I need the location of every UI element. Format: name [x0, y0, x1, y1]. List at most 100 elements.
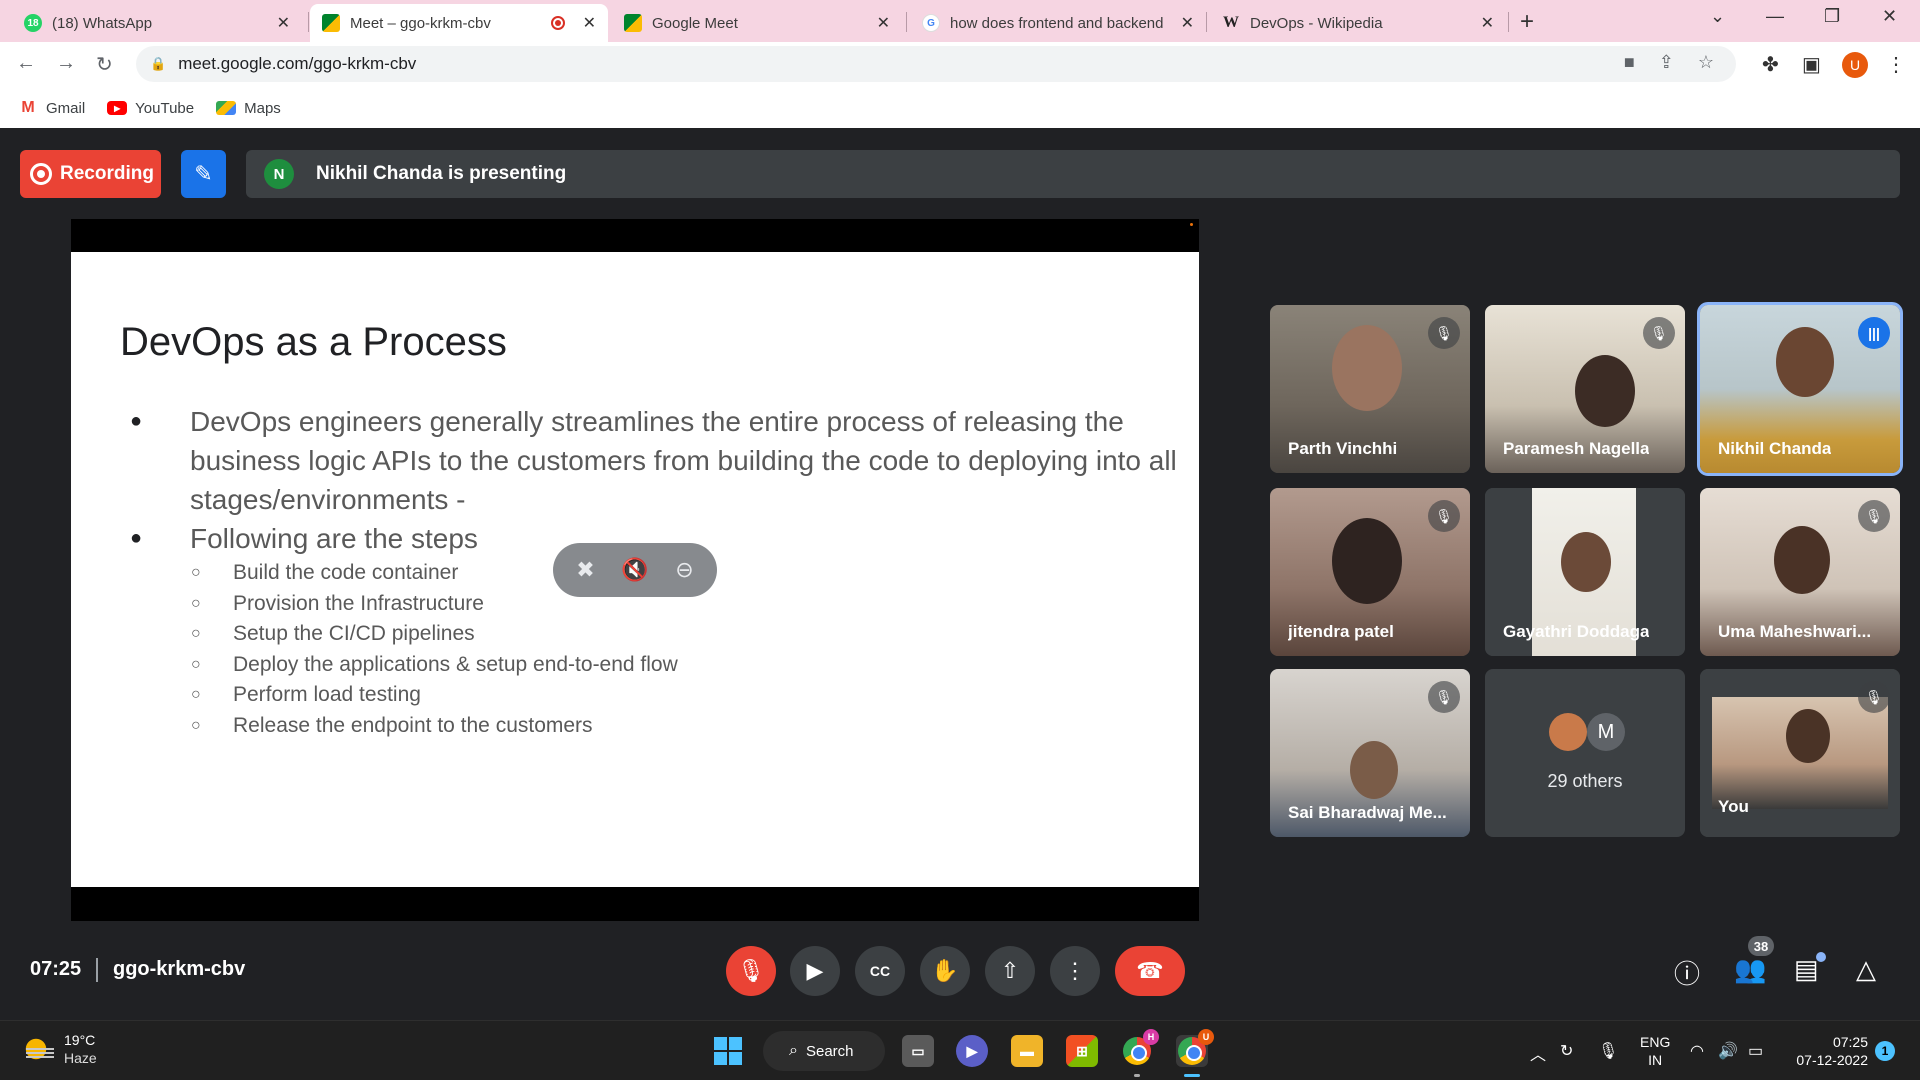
recording-indicator[interactable]: Recording	[20, 150, 161, 198]
captions-button[interactable]: CC	[855, 946, 905, 996]
close-tab-icon[interactable]: ✕	[1181, 13, 1194, 33]
hang-up-icon: ☎	[1136, 958, 1164, 983]
meeting-clock: 07:25	[30, 958, 82, 980]
tab-whatsapp[interactable]: 18 (18) WhatsApp ✕	[12, 4, 302, 42]
language-code: ENG	[1640, 1034, 1671, 1050]
close-tab-icon[interactable]: ✕	[277, 13, 290, 33]
present-button[interactable]: ⇧	[985, 946, 1035, 996]
tab-google-meet[interactable]: Google Meet ✕	[612, 4, 902, 42]
participant-tile-speaking[interactable]: ||| Nikhil Chanda	[1697, 302, 1903, 476]
take-notes-button[interactable]: ✎	[181, 150, 226, 198]
tab-meet-active[interactable]: Meet – ggo-krkm-cbv ✕	[310, 4, 608, 42]
extensions-icon[interactable]: ✤	[1762, 52, 1779, 77]
omnibox[interactable]: 🔒 meet.google.com/ggo-krkm-cbv ■ ⇪ ☆	[136, 46, 1736, 82]
self-tile[interactable]: 🎙 You	[1700, 669, 1900, 837]
mute-audio-icon[interactable]: 🔇	[621, 557, 648, 583]
mic-off-icon: 🎙	[1428, 500, 1460, 532]
browser-menu-icon[interactable]: ⋮	[1886, 52, 1906, 77]
google-icon: G	[922, 14, 940, 32]
participant-tile[interactable]: 🎙 Sai Bharadwaj Me...	[1270, 669, 1470, 837]
mic-toggle-button[interactable]: 🎙	[726, 946, 776, 996]
raise-hand-button[interactable]: ✋	[920, 946, 970, 996]
slide-bullet: DevOps engineers generally streamlines t…	[130, 402, 1180, 519]
chat-icon[interactable]: ▤	[1794, 954, 1819, 985]
participant-tile[interactable]: Gayathri Doddaga	[1485, 488, 1685, 656]
close-window-icon[interactable]: ✕	[1882, 6, 1897, 27]
task-view-icon[interactable]: ▭	[902, 1035, 934, 1067]
start-button[interactable]	[714, 1037, 742, 1065]
weather-widget[interactable]: 19°C Haze	[24, 1031, 97, 1067]
others-avatar	[1549, 713, 1587, 751]
mic-off-icon: 🎙	[1428, 681, 1460, 713]
region-code: IN	[1648, 1052, 1663, 1068]
maximize-icon[interactable]: ❐	[1824, 6, 1840, 27]
minimize-icon[interactable]: —	[1766, 6, 1784, 27]
edit-note-icon: ✎	[194, 161, 213, 186]
bookmark-star-icon[interactable]: ☆	[1698, 52, 1714, 73]
tab-google-search[interactable]: G how does frontend and backend ✕	[910, 4, 1206, 42]
unpin-icon[interactable]: ✖	[576, 557, 594, 583]
others-avatar-initial: M	[1587, 713, 1625, 751]
address-bar-row: ← → ↻ 🔒 meet.google.com/ggo-krkm-cbv ■ ⇪…	[0, 42, 1920, 88]
remove-icon[interactable]: ⊖	[675, 557, 693, 583]
bookmark-maps[interactable]: Maps	[216, 100, 281, 117]
participant-tile[interactable]: 🎙 Paramesh Nagella	[1485, 305, 1685, 473]
sync-icon[interactable]: ↻	[1560, 1041, 1573, 1061]
present-screen-icon: ⇧	[1000, 958, 1020, 983]
tab-title: Meet – ggo-krkm-cbv	[350, 14, 491, 32]
participant-tile[interactable]: 🎙 Uma Maheshwari...	[1700, 488, 1900, 656]
more-vert-icon: ⋮	[1064, 958, 1086, 983]
camera-toggle-button[interactable]: ▶	[790, 946, 840, 996]
lock-icon[interactable]: 🔒	[150, 56, 166, 72]
meeting-info-icon[interactable]: ⓘ	[1674, 954, 1700, 991]
chrome-profile-h-icon[interactable]: H	[1121, 1029, 1159, 1077]
taskbar-search[interactable]: ⌕ Search	[763, 1031, 885, 1071]
leave-call-button[interactable]: ☎	[1115, 946, 1185, 996]
others-tile[interactable]: M 29 others	[1485, 669, 1685, 837]
bookmark-youtube[interactable]: ▶ YouTube	[107, 100, 194, 117]
reload-icon[interactable]: ↻	[96, 52, 113, 77]
participant-tile[interactable]: 🎙 jitendra patel	[1270, 488, 1470, 656]
bookmark-gmail[interactable]: M Gmail	[18, 99, 85, 117]
more-options-button[interactable]: ⋮	[1050, 946, 1100, 996]
profile-badge: H	[1143, 1029, 1159, 1045]
windows-logo-icon	[714, 1037, 727, 1050]
microsoft-store-icon[interactable]: ⊞	[1066, 1035, 1098, 1067]
tab-separator	[1206, 12, 1207, 32]
wikipedia-icon: W	[1223, 14, 1239, 31]
chrome-profile-u-icon[interactable]: U	[1176, 1029, 1214, 1077]
url-text[interactable]: meet.google.com/ggo-krkm-cbv	[178, 54, 416, 74]
new-tab-button[interactable]: +	[1520, 8, 1534, 36]
notification-badge[interactable]: 1	[1875, 1041, 1895, 1061]
file-explorer-icon[interactable]: ▬	[1011, 1035, 1043, 1067]
wifi-icon[interactable]: ◠	[1690, 1041, 1704, 1061]
bookmarks-bar: M Gmail ▶ YouTube Maps	[0, 88, 1920, 128]
taskbar-clock[interactable]: 07:25 07-12-2022	[1784, 1033, 1868, 1069]
mic-off-icon: 🎙	[1643, 317, 1675, 349]
teams-chat-icon[interactable]: ▶	[956, 1035, 988, 1067]
temperature: 19°C	[64, 1032, 96, 1048]
forward-icon[interactable]: →	[56, 52, 76, 75]
activities-icon[interactable]: △	[1856, 954, 1876, 985]
share-icon[interactable]: ⇪	[1659, 52, 1674, 73]
tab-wikipedia[interactable]: W DevOps - Wikipedia ✕	[1210, 4, 1506, 42]
slide-step: Release the endpoint to the customers	[191, 711, 678, 742]
person-silhouette	[1350, 741, 1398, 799]
close-tab-icon[interactable]: ✕	[877, 13, 890, 33]
volume-icon[interactable]: 🔊	[1718, 1041, 1738, 1061]
taskbar: 19°C Haze ⌕ Search ▭ ▶ ▬ ⊞ H U ︿ ↻ 🎙 ENG…	[0, 1020, 1920, 1080]
close-tab-icon[interactable]: ✕	[1481, 13, 1494, 33]
language-indicator[interactable]: ENG IN	[1640, 1033, 1670, 1069]
back-icon[interactable]: ←	[16, 52, 36, 75]
side-panel-icon[interactable]: ▣	[1802, 52, 1821, 77]
microphone-icon[interactable]: 🎙	[1598, 1041, 1618, 1061]
camera-in-use-icon[interactable]: ■	[1624, 52, 1635, 73]
battery-icon[interactable]: ▭	[1748, 1041, 1763, 1061]
close-tab-icon[interactable]: ✕	[583, 13, 596, 33]
profile-avatar[interactable]: U	[1842, 52, 1868, 78]
taskbar-date: 07-12-2022	[1796, 1052, 1868, 1068]
participant-tile[interactable]: 🎙 Parth Vinchhi	[1270, 305, 1470, 473]
show-hidden-icons-icon[interactable]: ︿	[1530, 1041, 1546, 1065]
tab-search-chevron-icon[interactable]: ⌄	[1710, 6, 1725, 27]
people-icon[interactable]: 👥	[1734, 954, 1766, 985]
